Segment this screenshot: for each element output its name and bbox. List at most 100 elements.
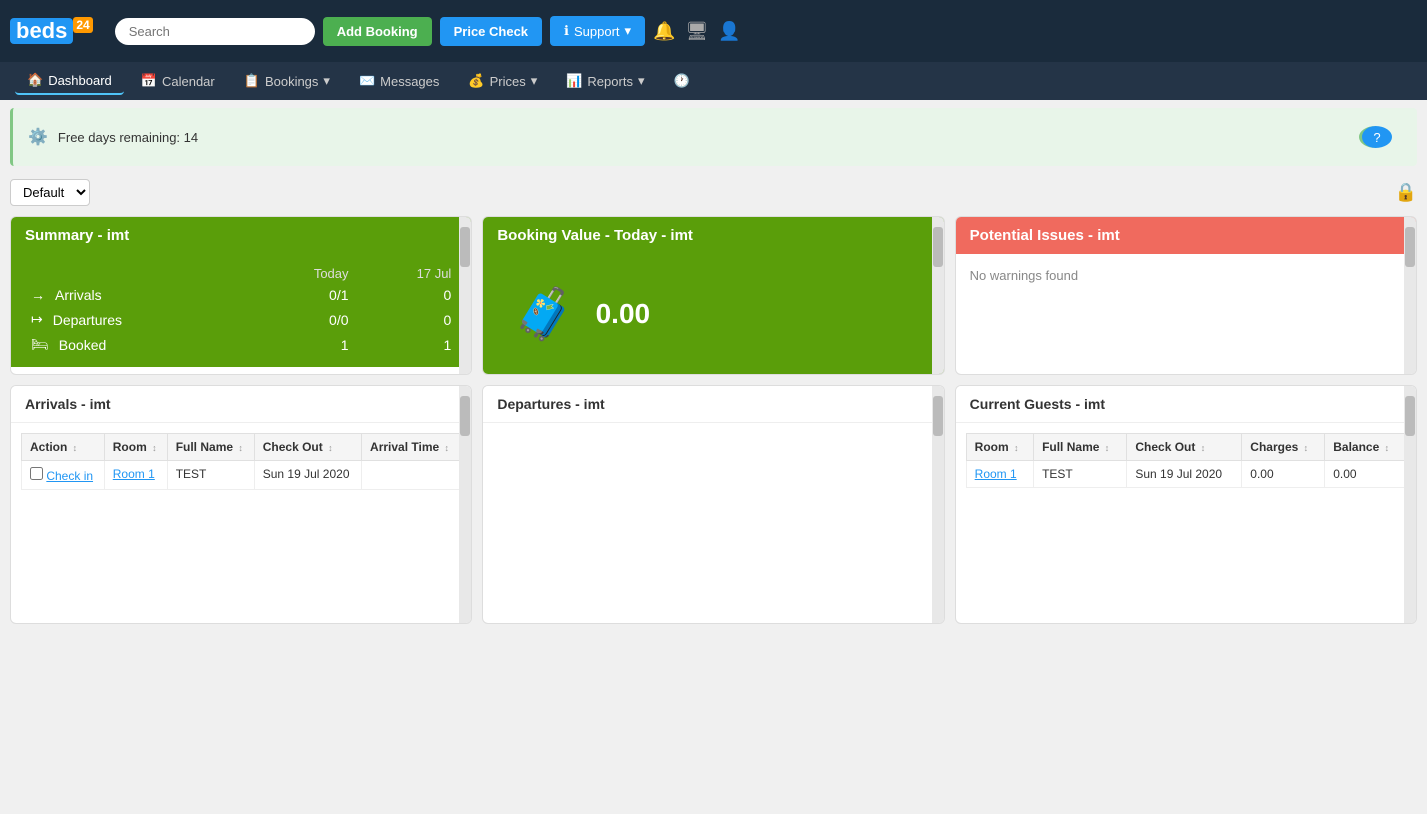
guests-col-checkout: Check Out ↕ [1127,434,1242,461]
price-check-button[interactable]: Price Check [440,17,542,46]
booking-value-header: Booking Value - Today - imt [483,217,943,254]
potential-issues-scrollbar[interactable] [1404,217,1416,374]
guests-checkout-cell: Sun 19 Jul 2020 [1127,461,1242,488]
departures-title: Departures - imt [483,386,943,423]
row-icon: 🛏 [31,336,49,353]
summary-row-date: 1 [355,332,458,357]
departures-body [483,423,943,623]
summary-scrollbar-thumb [460,227,470,267]
arrivals-col-arrival: Arrival Time ↕ [362,434,461,461]
add-booking-button[interactable]: Add Booking [323,17,432,46]
table-row: 🛏Booked 1 1 [25,332,457,357]
no-warnings-text: No warnings found [970,268,1078,283]
nav-prices[interactable]: 💰 Prices ▾ [456,68,549,94]
help-icon[interactable]: ? [1359,126,1392,148]
summary-row-today: 0/0 [252,307,355,332]
potential-issues-widget: Potential Issues - imt No warnings found [955,216,1417,375]
trial-banner: ⚙️ Free days remaining: 14 ? [10,108,1417,166]
sort-icon: ↕ [1105,443,1110,453]
current-guests-body: Room ↕ Full Name ↕ Check Out ↕ Charges ↕… [956,423,1416,498]
guests-name-cell: TEST [1034,461,1127,488]
booking-value-scrollbar[interactable] [932,217,944,374]
summary-row-label: ↦Departures [25,307,252,332]
sort-icon: ↕ [1014,443,1019,453]
gear-icon: ⚙️ [28,127,48,147]
current-guests-table: Room ↕ Full Name ↕ Check Out ↕ Charges ↕… [966,433,1406,488]
info-icon: ℹ [564,23,569,39]
departures-widget: Departures - imt [482,385,944,624]
logo[interactable]: beds 24 [10,18,97,44]
top-navigation: beds 24 Add Booking Price Check ℹ Suppor… [0,0,1427,62]
booking-value-scrollbar-thumb [933,227,943,267]
reports-caret: ▾ [638,73,645,89]
table-row: ↦Departures 0/0 0 [25,307,457,332]
arrivals-col-checkout: Check Out ↕ [254,434,361,461]
dashboard-top-row: Summary - imt Today 17 Jul →Arrivals [10,216,1417,375]
sort-icon: ↕ [1304,443,1309,453]
nav-reports[interactable]: 📊 Reports ▾ [554,68,656,94]
toolbar: Default 🔒 [10,179,1417,206]
summary-row-today: 0/1 [252,283,355,307]
arrivals-room-cell[interactable]: Room 1 [104,461,167,490]
lock-icon[interactable]: 🔒 [1395,182,1417,203]
nav-calendar[interactable]: 📅 Calendar [129,68,227,94]
arrivals-body: Action ↕ Room ↕ Full Name ↕ Check Out ↕ … [11,423,471,500]
sort-icon: ↕ [328,443,333,453]
summary-widget: Summary - imt Today 17 Jul →Arrivals [10,216,472,375]
guests-col-balance: Balance ↕ [1325,434,1406,461]
arrivals-name-cell: TEST [167,461,254,490]
summary-table: Today 17 Jul →Arrivals 0/1 0 ↦Departures… [25,264,457,357]
arrivals-scrollbar[interactable] [459,386,471,623]
summary-row-today: 1 [252,332,355,357]
nav-messages[interactable]: ✉️ Messages [347,68,451,94]
monitor-icon[interactable]: 🖥 [686,21,709,42]
dashboard-bottom-row: Arrivals - imt Action ↕ Room ↕ Full Name… [10,385,1417,624]
trial-text: Free days remaining: 14 [58,130,198,145]
departures-scrollbar[interactable] [932,386,944,623]
user-icon[interactable]: 👤 [718,21,740,42]
second-navigation: 🏠 Dashboard 📅 Calendar 📋 Bookings ▾ ✉️ M… [0,62,1427,100]
bookings-icon: 📋 [244,73,260,89]
main-content: Default 🔒 Summary - imt Today 17 Jul [0,174,1427,629]
row-icon: ↦ [31,311,43,328]
nav-dashboard[interactable]: 🏠 Dashboard [15,67,124,95]
reports-icon: 📊 [566,73,582,89]
sort-icon: ↕ [445,443,450,453]
summary-body: Today 17 Jul →Arrivals 0/1 0 ↦Departures… [11,254,471,367]
arrivals-scrollbar-thumb [460,396,470,436]
logo-text: beds [10,18,73,44]
potential-issues-scrollbar-thumb [1405,227,1415,267]
checkin-link[interactable]: Check in [46,469,93,483]
current-guests-title: Current Guests - imt [956,386,1416,423]
bell-icon[interactable]: 🔔 [653,21,675,42]
guests-col-room: Room ↕ [966,434,1033,461]
guests-room-cell[interactable]: Room 1 [966,461,1033,488]
nav-history[interactable]: 🕐 [661,68,701,94]
summary-scrollbar[interactable] [459,217,471,374]
sort-icon: ↕ [73,443,78,453]
bookings-caret: ▾ [323,73,330,89]
current-guests-scrollbar[interactable] [1404,386,1416,623]
sort-icon: ↕ [238,443,243,453]
logo-badge: 24 [73,17,92,33]
nav-bookings[interactable]: 📋 Bookings ▾ [232,68,342,94]
arrivals-title: Arrivals - imt [11,386,471,423]
arrivals-arrivaltime-cell [362,461,461,490]
search-input[interactable] [115,18,315,45]
arrivals-action-cell: Check in [22,461,105,490]
checkin-checkbox[interactable] [30,467,43,480]
booking-value-widget: Booking Value - Today - imt 🧳 0.00 [482,216,944,375]
guests-col-fullname: Full Name ↕ [1034,434,1127,461]
prices-caret: ▾ [531,73,538,89]
support-button[interactable]: ℹ Support ▾ [550,16,645,46]
summary-row-label: 🛏Booked [25,332,252,357]
summary-col-date: 17 Jul [355,264,458,283]
arrivals-col-room: Room ↕ [104,434,167,461]
sort-icon: ↕ [1385,443,1390,453]
layout-select[interactable]: Default [10,179,90,206]
arrivals-col-action: Action ↕ [22,434,105,461]
table-row: Check in Room 1 TEST Sun 19 Jul 2020 [22,461,461,490]
history-icon: 🕐 [673,73,689,89]
nav-icons: 🔔 🖥 👤 [653,21,741,42]
calendar-icon: 📅 [141,73,157,89]
